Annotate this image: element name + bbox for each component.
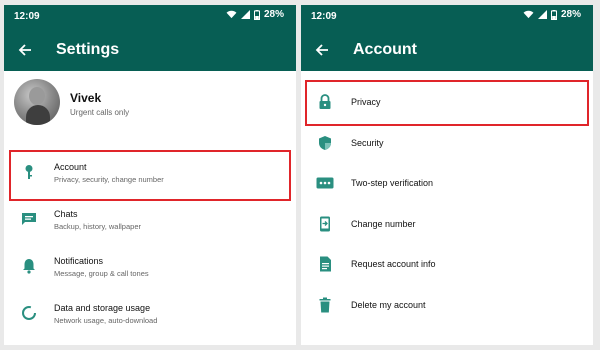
page-title: Account: [353, 41, 417, 58]
dots-icon: [316, 174, 334, 192]
settings-item-chats[interactable]: Chats Backup, history, wallpaper: [4, 198, 296, 244]
settings-list: Vivek Urgent calls only Account Privacy,…: [4, 71, 296, 325]
profile-row[interactable]: Vivek Urgent calls only: [4, 71, 296, 139]
settings-item-label: Data and storage usage: [54, 303, 151, 313]
battery-icon: [550, 9, 557, 20]
status-bar: 12:09 28%: [4, 5, 296, 27]
trash-icon: [316, 296, 334, 314]
account-item-label: Security: [351, 138, 384, 148]
back-arrow-icon[interactable]: [16, 41, 34, 59]
settings-item-label: Notifications: [54, 256, 104, 266]
settings-item-subtitle: Backup, history, wallpaper: [54, 222, 141, 231]
settings-screen: 12:09 28% Settings Vivek Urgent calls on…: [4, 5, 296, 345]
document-icon: [316, 255, 334, 273]
wifi-icon: [226, 10, 237, 19]
status-icons: 28%: [523, 9, 581, 20]
account-item-delete[interactable]: Delete my account: [301, 285, 593, 325]
account-screen: 12:09 28% Account Privacy Security Two-s…: [301, 5, 593, 345]
account-item-two-step[interactable]: Two-step verification: [301, 163, 593, 203]
change-number-icon: [316, 215, 334, 233]
avatar: [14, 79, 60, 125]
account-item-label: Request account info: [351, 259, 436, 269]
signal-icon: [537, 10, 547, 19]
settings-item-label: Chats: [54, 209, 78, 219]
account-item-security[interactable]: Security: [301, 123, 593, 163]
settings-item-notifications[interactable]: Notifications Message, group & call tone…: [4, 245, 296, 291]
profile-name: Vivek: [70, 91, 102, 105]
chat-icon: [20, 210, 38, 228]
account-item-change-number[interactable]: Change number: [301, 204, 593, 244]
account-item-label: Two-step verification: [351, 178, 434, 188]
status-time: 12:09: [14, 11, 40, 22]
back-arrow-icon[interactable]: [313, 41, 331, 59]
battery-icon: [253, 9, 260, 20]
wifi-icon: [523, 10, 534, 19]
settings-header: 12:09 28% Settings: [4, 5, 296, 71]
account-header: 12:09 28% Account: [301, 5, 593, 71]
app-bar: Account: [301, 33, 593, 67]
status-icons: 28%: [226, 9, 284, 20]
battery-percent: 28%: [263, 9, 284, 20]
screenshot-composite: 12:09 28% Settings Vivek Urgent calls on…: [0, 0, 600, 350]
data-usage-icon: [20, 304, 38, 322]
account-item-request-info[interactable]: Request account info: [301, 244, 593, 284]
settings-item-subtitle: Message, group & call tones: [54, 269, 149, 278]
settings-item-subtitle: Network usage, auto-download: [54, 316, 158, 325]
app-bar: Settings: [4, 33, 296, 67]
privacy-highlight-box: [305, 80, 589, 126]
battery-percent: 28%: [560, 9, 581, 20]
status-time: 12:09: [311, 11, 337, 22]
profile-status: Urgent calls only: [70, 108, 130, 117]
account-item-label: Delete my account: [351, 300, 426, 310]
account-item-label: Change number: [351, 219, 416, 229]
bell-icon: [20, 257, 38, 275]
page-title: Settings: [56, 41, 120, 58]
account-highlight-box: [9, 150, 291, 201]
shield-icon: [316, 134, 334, 152]
settings-item-data-storage[interactable]: Data and storage usage Network usage, au…: [4, 292, 296, 338]
status-bar: 12:09 28%: [301, 5, 593, 27]
signal-icon: [240, 10, 250, 19]
